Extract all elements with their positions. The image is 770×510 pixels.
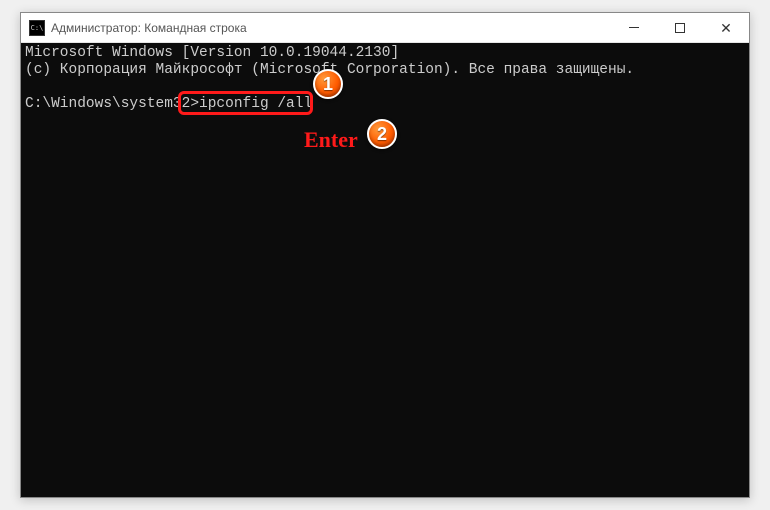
window-title: Администратор: Командная строка bbox=[51, 21, 611, 35]
terminal-output-line: (c) Корпорация Майкрософт (Microsoft Cor… bbox=[25, 62, 745, 79]
annotation-badge-1: 1 bbox=[313, 69, 343, 99]
maximize-button[interactable] bbox=[657, 13, 703, 42]
close-icon: ✕ bbox=[720, 21, 732, 35]
cmd-icon: C:\ bbox=[29, 20, 45, 36]
terminal-output-line: Microsoft Windows [Version 10.0.19044.21… bbox=[25, 45, 745, 62]
annotation-badge-2: 2 bbox=[367, 119, 397, 149]
annotation-enter-label: Enter bbox=[304, 127, 358, 153]
terminal-command: ipconfig /all bbox=[199, 96, 312, 112]
window-controls: ✕ bbox=[611, 13, 749, 42]
maximize-icon bbox=[675, 23, 685, 33]
terminal-prompt-line: C:\Windows\system32>ipconfig /all bbox=[25, 96, 745, 113]
command-prompt-window: C:\ Администратор: Командная строка ✕ Mi… bbox=[20, 12, 750, 498]
titlebar[interactable]: C:\ Администратор: Командная строка ✕ bbox=[21, 13, 749, 43]
terminal-area[interactable]: Microsoft Windows [Version 10.0.19044.21… bbox=[21, 43, 749, 497]
terminal-prompt: C:\Windows\system32> bbox=[25, 96, 199, 112]
close-button[interactable]: ✕ bbox=[703, 13, 749, 42]
minimize-icon bbox=[629, 27, 639, 28]
minimize-button[interactable] bbox=[611, 13, 657, 42]
